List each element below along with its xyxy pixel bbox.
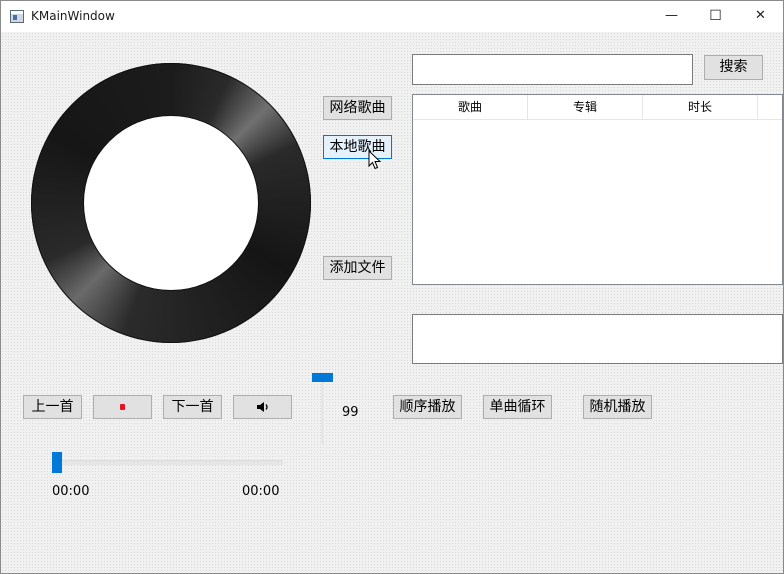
current-time: 00:00 xyxy=(52,484,90,499)
table-header: 歌曲 专辑 时长 xyxy=(413,95,782,120)
online-songs-button[interactable]: 网络歌曲 xyxy=(323,96,392,120)
volume-button[interactable] xyxy=(233,395,292,419)
next-track-button[interactable]: 下一首 xyxy=(163,395,222,419)
volume-slider-handle[interactable] xyxy=(312,373,333,382)
play-stop-button[interactable] xyxy=(93,395,152,419)
speaker-icon xyxy=(256,402,268,412)
app-icon xyxy=(10,10,24,23)
single-loop-button[interactable]: 单曲循环 xyxy=(483,395,552,419)
total-time: 00:00 xyxy=(242,484,280,499)
close-button[interactable]: ✕ xyxy=(738,1,783,32)
maximize-button[interactable]: ☐ xyxy=(693,1,738,32)
disc-center xyxy=(84,116,258,290)
minimize-button[interactable]: — xyxy=(649,1,694,32)
main-window: KMainWindow — ☐ ✕ 网络歌曲 本地歌曲 添加文件 搜索 歌曲 专… xyxy=(0,0,784,574)
song-table[interactable]: 歌曲 专辑 时长 xyxy=(412,94,783,285)
progress-slider-track[interactable] xyxy=(53,460,283,465)
random-play-button[interactable]: 随机播放 xyxy=(583,395,652,419)
progress-slider-handle[interactable] xyxy=(52,452,62,473)
search-input[interactable] xyxy=(412,54,693,85)
previous-track-button[interactable]: 上一首 xyxy=(23,395,82,419)
column-header-album[interactable]: 专辑 xyxy=(528,95,643,119)
client-area: 网络歌曲 本地歌曲 添加文件 搜索 歌曲 专辑 时长 上一首 下一首 99 顺序… xyxy=(1,32,783,573)
vinyl-disc-image xyxy=(31,63,311,343)
volume-slider-track[interactable] xyxy=(321,374,324,444)
search-button[interactable]: 搜索 xyxy=(704,55,763,80)
mouse-cursor-icon xyxy=(368,150,382,170)
add-file-button[interactable]: 添加文件 xyxy=(323,256,392,280)
window-title: KMainWindow xyxy=(31,9,115,23)
column-header-song[interactable]: 歌曲 xyxy=(413,95,528,119)
title-bar[interactable]: KMainWindow — ☐ ✕ xyxy=(1,1,783,32)
lyrics-text-box[interactable] xyxy=(412,314,783,364)
sequential-play-button[interactable]: 顺序播放 xyxy=(393,395,462,419)
column-header-duration[interactable]: 时长 xyxy=(643,95,758,119)
stop-icon xyxy=(120,404,125,410)
volume-value: 99 xyxy=(342,405,359,420)
